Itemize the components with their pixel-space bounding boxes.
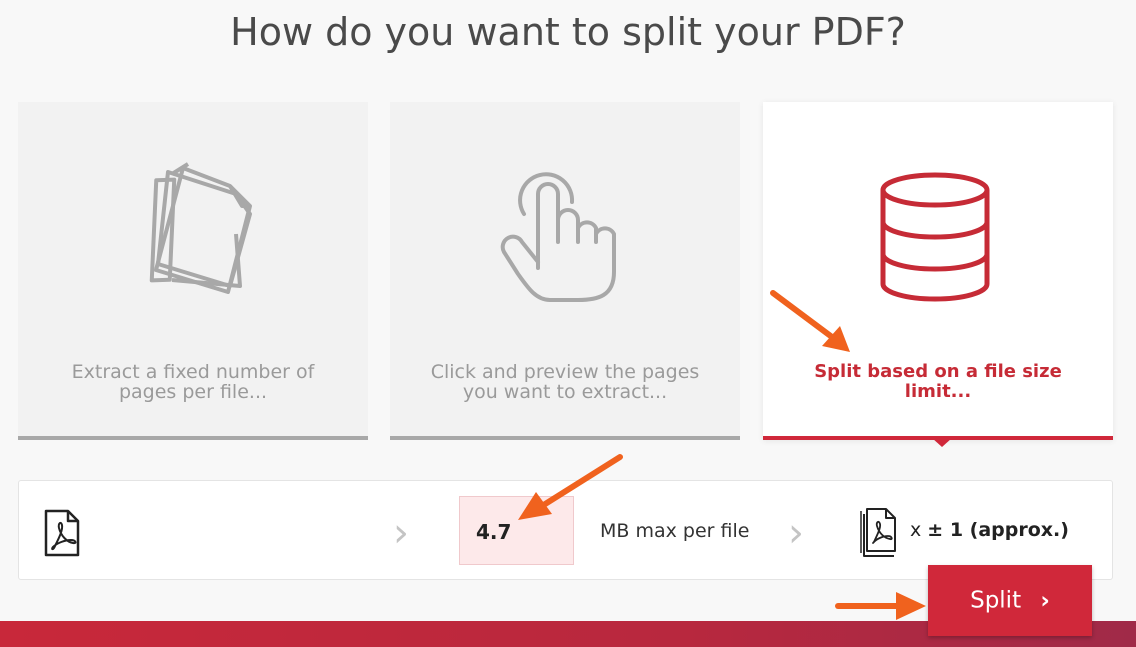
result-estimate: x ± 1 (approx.): [910, 519, 1069, 541]
annotation-arrow-icon: [770, 290, 850, 352]
split-button[interactable]: Split ›: [928, 565, 1092, 636]
split-button-label: Split: [970, 587, 1022, 614]
option-preview-pages[interactable]: Click and preview the pages you want to …: [390, 102, 740, 440]
chevron-right-icon: ›: [788, 510, 804, 556]
option-fixed-pages[interactable]: Extract a fixed number of pages per file…: [18, 102, 368, 440]
option-file-size-label: Split based on a file size limit...: [814, 361, 1062, 402]
chevron-right-icon: ›: [1040, 587, 1050, 614]
chevron-right-icon: ›: [393, 510, 409, 556]
pdf-file-icon: [44, 509, 80, 557]
hand-pointer-icon: [390, 102, 740, 342]
result-prefix: x: [910, 519, 922, 541]
result-value: ± 1 (approx.): [927, 519, 1069, 541]
page-title: How do you want to split your PDF?: [230, 10, 906, 54]
annotation-arrow-icon: [518, 454, 623, 520]
option-preview-pages-label: Click and preview the pages you want to …: [430, 361, 700, 403]
annotation-arrow-icon: [835, 592, 926, 620]
pages-stack-icon: [18, 102, 368, 342]
option-file-size[interactable]: Split based on a file size limit...: [763, 102, 1113, 440]
option-fixed-pages-label: Extract a fixed number of pages per file…: [71, 361, 315, 403]
selected-pointer: [932, 438, 952, 447]
pdf-files-stack-icon: [860, 508, 896, 557]
